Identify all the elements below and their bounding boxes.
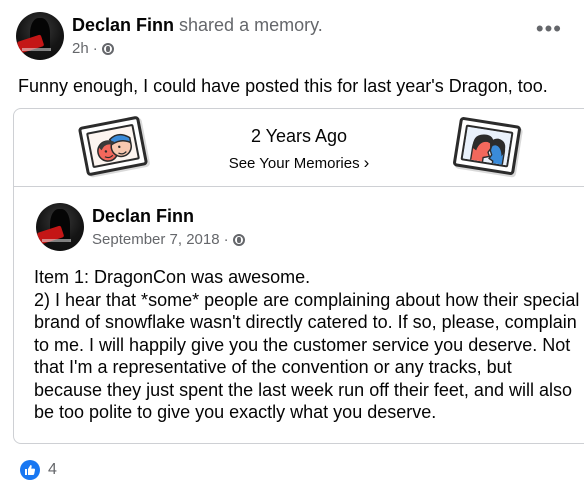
see-memories-label: See Your Memories [228,155,360,172]
original-post-date[interactable]: September 7, 2018 [92,231,220,249]
reactions-summary[interactable]: 4 [20,460,57,480]
thumbs-up-icon [25,465,36,475]
chevron-right-icon: › [363,153,370,172]
memory-photo-right-icon [452,116,522,176]
like-icon [20,460,40,480]
post-meta: 2h · [72,40,114,58]
reaction-count: 4 [48,461,57,478]
memory-card: 2 Years Ago See Your Memories › Declan Fi… [13,108,584,444]
original-post-line-1: Item 1: DragonCon was awesome. [34,267,311,287]
post-text: Funny enough, I could have posted this f… [18,76,548,96]
original-post-line-2: 2) I hear that *some* people are complai… [34,289,580,423]
author-avatar[interactable] [16,12,64,60]
original-post-meta: September 7, 2018 · [92,231,245,249]
post-time[interactable]: 2h [72,40,89,58]
avatar-logo-bar [41,239,71,242]
original-author-avatar[interactable] [36,203,84,251]
memory-header[interactable]: 2 Years Ago See Your Memories › [14,109,584,187]
globe-icon[interactable] [101,43,114,55]
original-author-name[interactable]: Declan Finn [92,205,194,227]
author-name[interactable]: Declan Finn [72,15,174,35]
post-action: shared a memory. [179,15,323,35]
more-options-icon[interactable]: ••• [536,18,562,40]
post-author-line: Declan Finn shared a memory. [72,14,323,36]
couple-illustration-icon [462,126,514,168]
meta-separator: · [223,231,229,248]
avatar-logo-bar [21,48,51,51]
meta-separator: · [92,40,98,57]
original-post-text: Item 1: DragonCon was awesome. 2) I hear… [34,266,584,424]
globe-icon[interactable] [232,234,245,246]
